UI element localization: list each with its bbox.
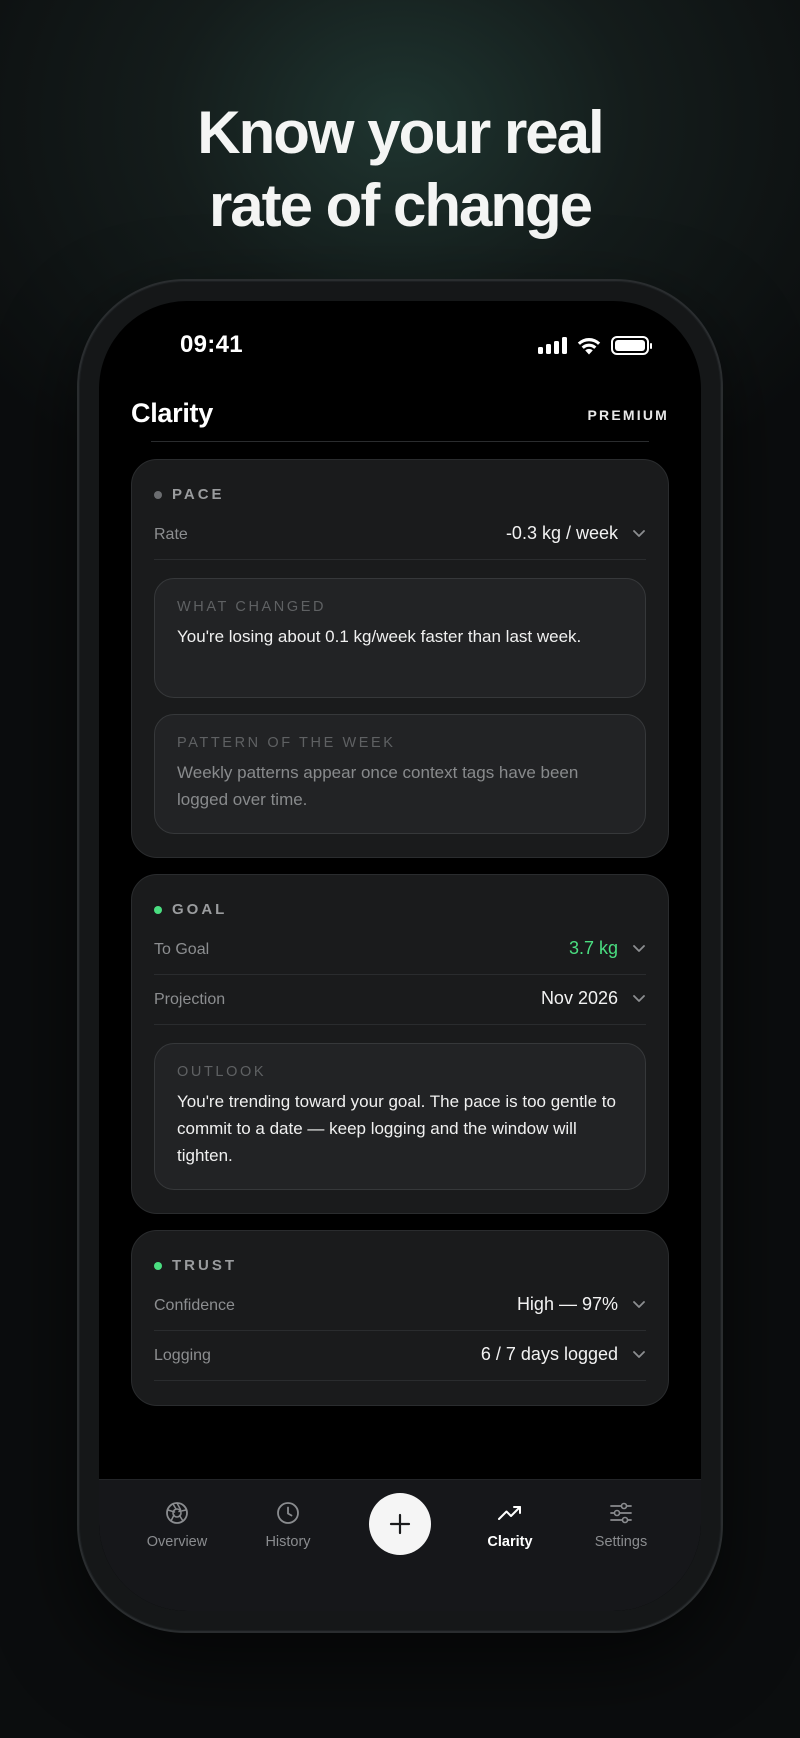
tab-bar: Overview History Clarity Settings <box>99 1479 701 1611</box>
rate-row[interactable]: Rate -0.3 kg / week <box>154 510 646 560</box>
confidence-value: High — 97% <box>516 1294 618 1314</box>
tab-history[interactable]: History <box>233 1500 343 1550</box>
pace-status-dot <box>154 490 162 499</box>
tab-settings-label: Settings <box>594 1534 648 1550</box>
sliders-icon <box>610 1502 632 1524</box>
trust-card-header: TRUST <box>154 1257 237 1274</box>
goal-card-header: GOAL <box>154 901 227 918</box>
pattern-of-week-panel: PATTERN OF THE WEEK Weekly patterns appe… <box>154 714 646 834</box>
tab-settings[interactable]: Settings <box>566 1500 676 1550</box>
logging-value: 6 / 7 days logged <box>480 1344 618 1364</box>
pattern-of-week-text: Weekly patterns appear once context tags… <box>177 763 579 809</box>
goal-label: GOAL <box>172 901 228 918</box>
goal-card: GOAL To Goal 3.7 kg Projection Nov 2026 … <box>131 874 669 1214</box>
headline: Know your real rate of change <box>0 96 800 242</box>
trending-up-icon <box>498 1506 521 1520</box>
page-title: Clarity <box>131 398 213 428</box>
headline-line-1: Know your real <box>197 99 604 166</box>
trust-label: TRUST <box>172 1257 237 1274</box>
chevron-down-icon <box>633 995 645 1002</box>
premium-badge[interactable]: PREMIUM <box>587 407 669 423</box>
chevron-down-icon <box>633 530 645 537</box>
pattern-of-week-label: PATTERN OF THE WEEK <box>177 735 396 751</box>
pace-card: PACE Rate -0.3 kg / week WHAT CHANGED Yo… <box>131 459 669 858</box>
to-goal-row[interactable]: To Goal 3.7 kg <box>154 925 646 975</box>
tab-clarity-label: Clarity <box>487 1534 533 1550</box>
what-changed-text: You're losing about 0.1 kg/week faster t… <box>177 627 582 646</box>
aperture-icon <box>166 1502 188 1524</box>
projection-row[interactable]: Projection Nov 2026 <box>154 975 646 1025</box>
logging-row[interactable]: Logging 6 / 7 days logged <box>154 1331 646 1381</box>
chevron-down-icon <box>633 1301 645 1308</box>
what-changed-label: WHAT CHANGED <box>177 599 327 615</box>
rate-label: Rate <box>154 526 188 543</box>
to-goal-value: 3.7 kg <box>568 938 618 958</box>
status-icons <box>538 336 652 355</box>
app-header: Clarity PREMIUM <box>131 393 669 443</box>
goal-status-dot <box>154 905 162 914</box>
status-time: 09:41 <box>180 331 243 358</box>
trust-status-dot <box>154 1261 162 1270</box>
confidence-row[interactable]: Confidence High — 97% <box>154 1281 646 1331</box>
status-bar: 09:41 <box>99 301 701 391</box>
wifi-icon <box>577 338 601 355</box>
cellular-signal-icon <box>538 337 567 354</box>
rate-value: -0.3 kg / week <box>505 523 618 543</box>
projection-label: Projection <box>154 991 226 1008</box>
pace-card-header: PACE <box>154 486 225 503</box>
chevron-down-icon <box>633 945 645 952</box>
tab-overview-label: Overview <box>146 1534 208 1550</box>
trust-card: TRUST Confidence High — 97% Logging 6 / … <box>131 1230 669 1406</box>
header-divider <box>151 441 649 442</box>
phone-screen: 09:41 Clarity PREMIUM PACE Rate -0.3 kg … <box>99 301 701 1611</box>
what-changed-panel: WHAT CHANGED You're losing about 0.1 kg/… <box>154 578 646 698</box>
headline-line-2: rate of change <box>208 172 593 239</box>
outlook-label: OUTLOOK <box>177 1064 267 1080</box>
confidence-label: Confidence <box>154 1297 235 1314</box>
clock-icon <box>277 1502 299 1524</box>
outlook-panel: OUTLOOK You're trending toward your goal… <box>154 1043 646 1190</box>
tab-clarity[interactable]: Clarity <box>455 1500 565 1550</box>
to-goal-label: To Goal <box>154 941 210 958</box>
add-entry-button[interactable] <box>369 1493 431 1555</box>
pace-label: PACE <box>172 486 225 503</box>
projection-value: Nov 2026 <box>540 988 618 1008</box>
tab-history-label: History <box>265 1534 311 1550</box>
battery-icon <box>611 336 652 355</box>
tab-overview[interactable]: Overview <box>122 1500 232 1550</box>
logging-label: Logging <box>154 1347 211 1364</box>
outlook-text: You're trending toward your goal. The pa… <box>177 1092 616 1165</box>
chevron-down-icon <box>633 1351 645 1358</box>
plus-icon <box>389 1513 411 1535</box>
